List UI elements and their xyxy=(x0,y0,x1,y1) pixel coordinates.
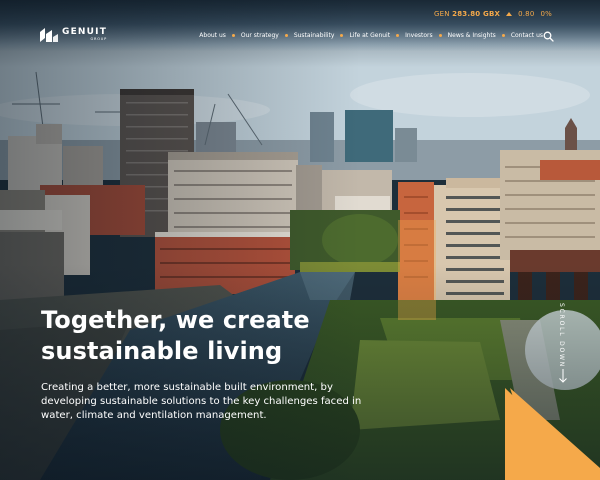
nav-item-our-strategy[interactable]: Our strategy xyxy=(241,32,279,39)
nav-item-investors[interactable]: Investors xyxy=(405,32,433,39)
hero-title: Together, we create sustainable living xyxy=(41,305,461,367)
triangle-up-icon xyxy=(506,12,513,16)
brand-sub: GROUP xyxy=(90,37,108,42)
arrow-down-icon xyxy=(559,369,567,383)
main-nav: About us Our strategy Sustainability Lif… xyxy=(199,32,556,39)
scroll-down-label: SCROLL DOWN xyxy=(558,303,565,369)
hero-description: Creating a better, more sustainable buil… xyxy=(41,382,362,421)
search-icon[interactable] xyxy=(543,31,554,42)
nav-item-life-at-genuit[interactable]: Life at Genuit xyxy=(349,32,390,39)
stock-price: 283.80 GBX xyxy=(452,10,501,18)
nav-separator xyxy=(340,34,344,37)
hero-title-line-2: sustainable living xyxy=(41,337,283,365)
nav-separator xyxy=(501,34,505,37)
stock-change: 0.80 xyxy=(518,10,535,18)
stock-change-percent: 0% xyxy=(540,10,552,18)
nav-item-sustainability[interactable]: Sustainability xyxy=(294,32,335,39)
site-header: GEN 283.80 GBX 0.80 0% GENUIT GROUP Abou… xyxy=(0,0,600,60)
nav-item-contact-us[interactable]: Contact us xyxy=(511,32,543,39)
nav-item-news-insights[interactable]: News & Insights xyxy=(448,32,496,39)
nav-item-about-us[interactable]: About us xyxy=(199,32,226,39)
stock-symbol: GEN xyxy=(434,10,450,18)
nav-separator xyxy=(438,34,442,37)
nav-separator xyxy=(231,34,235,37)
genuit-logo[interactable]: GENUIT GROUP xyxy=(40,28,107,42)
genuit-logo-icon xyxy=(40,28,58,42)
brand-name: GENUIT xyxy=(62,27,108,38)
stock-symbol-and-price: GEN 283.80 GBX xyxy=(434,10,500,18)
stock-ticker: GEN 283.80 GBX 0.80 0% xyxy=(434,10,552,18)
page: GEN 283.80 GBX 0.80 0% GENUIT GROUP Abou… xyxy=(0,0,600,480)
hero-title-line-1: Together, we create xyxy=(41,306,310,334)
nav-separator xyxy=(396,34,400,37)
hero-section: Together, we create sustainable living C… xyxy=(41,305,461,423)
nav-separator xyxy=(284,34,288,37)
